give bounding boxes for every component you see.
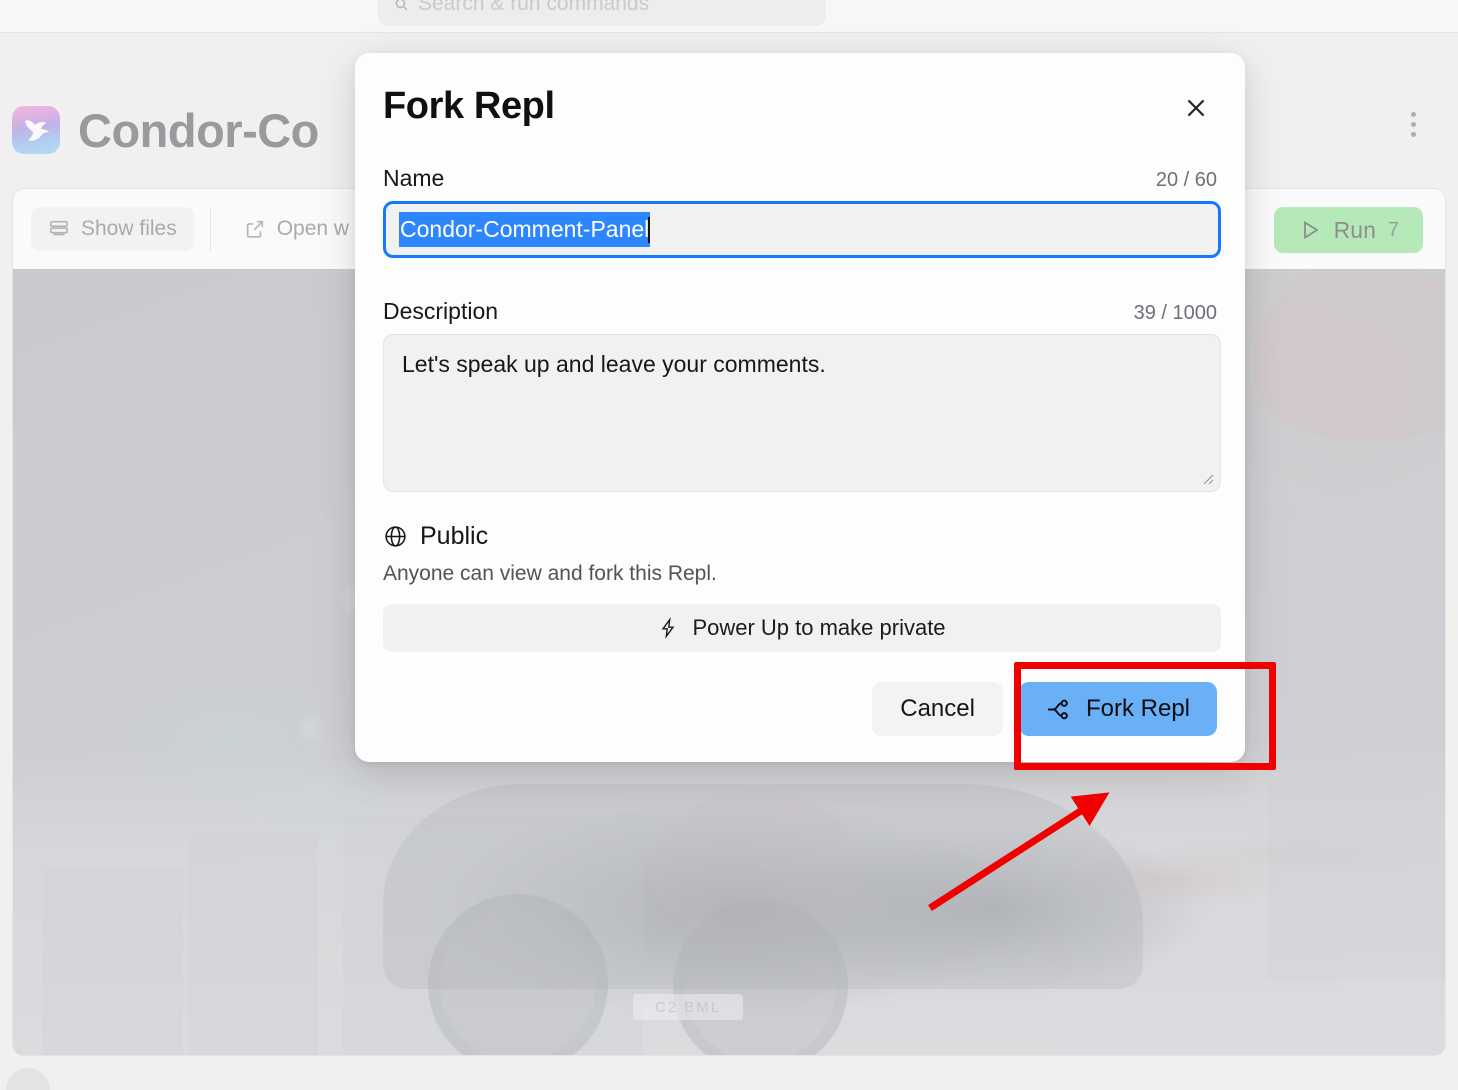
fork-branch-icon: [1048, 699, 1068, 719]
visibility-row: Public: [383, 522, 1217, 551]
description-textarea[interactable]: Let's speak up and leave your comments.: [383, 334, 1221, 492]
description-value: Let's speak up and leave your comments.: [402, 351, 826, 377]
power-up-label: Power Up to make private: [692, 615, 946, 640]
power-up-button[interactable]: Power Up to make private: [383, 604, 1221, 652]
close-glyph: [1187, 99, 1205, 117]
name-label: Name: [383, 165, 445, 191]
name-input-value: Condor-Comment-Panel: [400, 212, 650, 247]
fork-repl-dialog: Fork Repl Name 20 / 60 Condor-Comment-Pa…: [355, 53, 1245, 762]
fork-repl-label: Fork Repl: [1085, 695, 1190, 722]
dialog-header: Fork Repl: [383, 87, 1217, 125]
resize-grip-icon[interactable]: [1200, 471, 1214, 485]
visibility-label: Public: [420, 522, 489, 550]
cancel-button[interactable]: Cancel: [872, 682, 1003, 736]
description-char-counter: 39 / 1000: [1133, 302, 1217, 324]
name-input[interactable]: Condor-Comment-Panel: [383, 201, 1221, 258]
text-caret: [648, 216, 651, 243]
lightning-bolt-icon: [662, 617, 675, 639]
visibility-note: Anyone can view and fork this Repl.: [383, 562, 717, 585]
name-field-header: Name 20 / 60: [383, 165, 1217, 192]
screenshot-root: Search & run commands Condor-Co Show fil…: [0, 0, 1458, 1090]
dialog-title: Fork Repl: [383, 85, 555, 127]
close-x-icon[interactable]: [1179, 91, 1213, 125]
dialog-actions: Cancel Fork Repl: [383, 682, 1217, 736]
description-field-header: Description 39 / 1000: [383, 298, 1217, 325]
globe-icon: [385, 526, 406, 547]
fork-repl-button[interactable]: Fork Repl: [1018, 682, 1217, 736]
name-char-counter: 20 / 60: [1155, 169, 1217, 191]
description-label: Description: [383, 298, 499, 324]
cancel-label: Cancel: [900, 695, 975, 722]
